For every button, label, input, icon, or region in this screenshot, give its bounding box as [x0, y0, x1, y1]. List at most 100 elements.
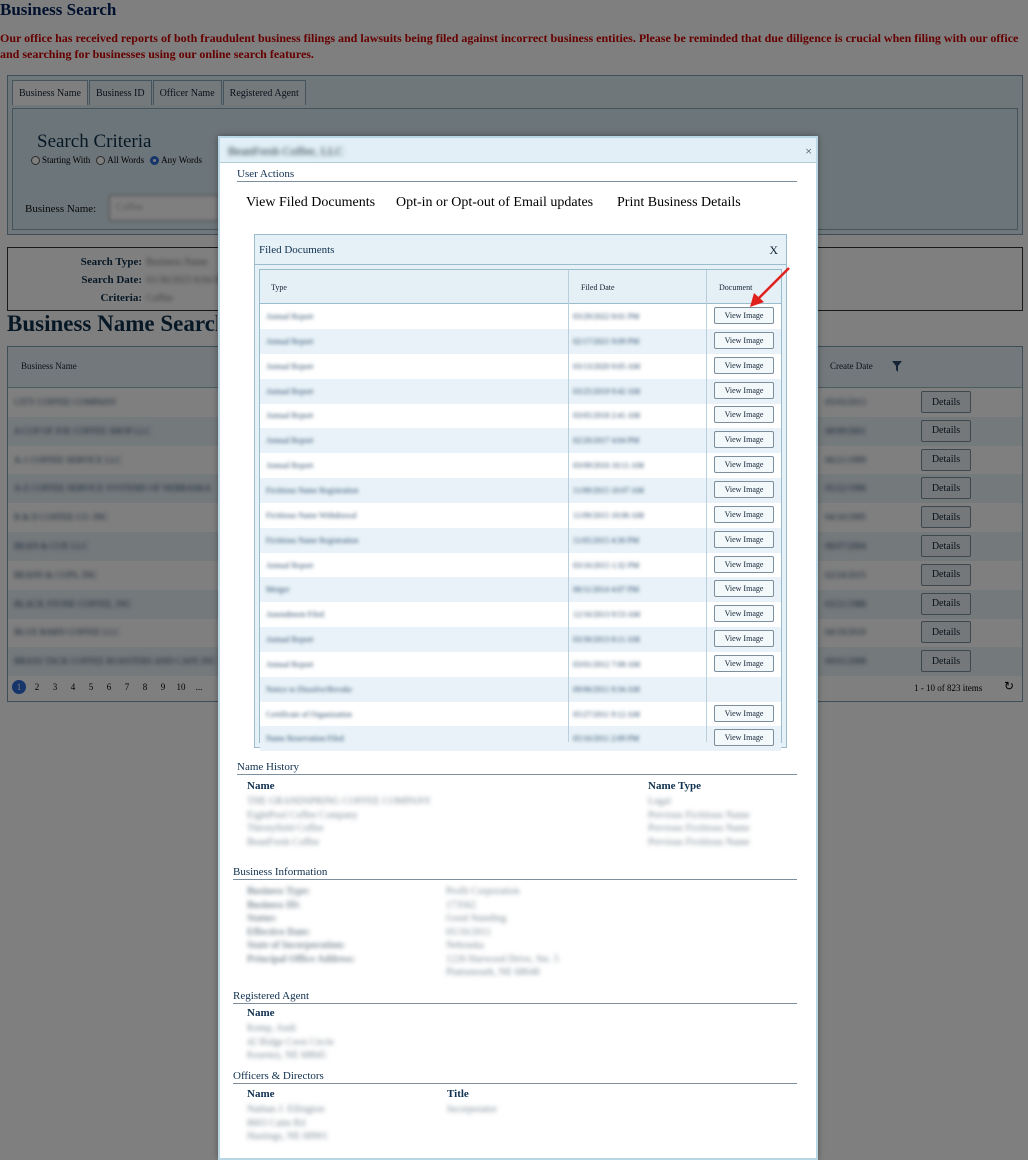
view-image-button[interactable]: View Image — [714, 381, 774, 399]
document-type-cell: Annual Report — [266, 635, 314, 645]
view-image-button[interactable]: View Image — [714, 406, 774, 424]
view-image-button[interactable]: View Image — [714, 431, 774, 449]
document-type-cell: Annual Report — [266, 361, 314, 371]
document-type-cell: Annual Report — [266, 336, 314, 346]
registered-agent-heading: Registered Agent — [233, 990, 797, 1004]
document-row: Annual Report 02/17/2021 9:09 PM View Imag… — [260, 328, 781, 354]
document-row: Annual Report 03/16/2015 1:32 PM View Imag… — [260, 553, 781, 578]
document-type-cell: Annual Report — [266, 560, 314, 570]
document-type-cell: Merger — [266, 585, 290, 595]
filed-date-cell: 03/09/2016 10:11 AM — [573, 461, 644, 471]
document-type-cell: Fictitious Name Registration — [266, 535, 359, 545]
detail-line: Good Standing — [446, 913, 507, 924]
detail-line: Kearney, NE 68845 — [247, 1050, 327, 1061]
name-history-types: Legal Previous Fictitious Name Previous Fi… — [648, 795, 750, 849]
filed-date-cell: 11/05/2015 4:30 PM — [573, 535, 639, 545]
document-row: Certificate of Organization 05/27/2011 9:… — [260, 702, 781, 727]
view-image-button[interactable]: View Image — [714, 356, 774, 374]
detail-line: 8603 Calm Rd — [247, 1117, 306, 1129]
document-type-cell: Annual Report — [266, 386, 314, 396]
close-icon[interactable]: X — [769, 243, 778, 258]
view-image-button[interactable]: View Image — [714, 331, 774, 349]
view-image-button[interactable]: View Image — [714, 630, 774, 648]
modal-title: BeanFresh Coffee, LLC — [228, 144, 344, 158]
name-col-label: Name — [247, 780, 275, 792]
column-divider — [568, 270, 569, 742]
view-image-button[interactable]: View Image — [714, 729, 774, 747]
filed-date-cell: 11/09/2015 10:07 AM — [573, 485, 644, 495]
view-image-button[interactable]: View Image — [714, 555, 774, 573]
red-arrow-annotation — [750, 267, 790, 307]
filed-date-cell: 03/01/2012 7:08 AM — [573, 659, 641, 669]
detail-line: Plattsmouth, NE 68048 — [446, 967, 540, 978]
detail-line: Kemp, Andi — [247, 1023, 296, 1034]
detail-line: BeanFresh Coffee — [247, 836, 320, 848]
detail-line: Profit Corporation — [446, 886, 520, 897]
close-icon[interactable]: × — [805, 144, 812, 159]
view-image-button[interactable]: View Image — [714, 480, 774, 498]
agent-details: Kemp, Andi 42 Ridge Crest Circle Kearney, … — [247, 1022, 334, 1063]
document-type-cell: Fictitious Name Withdrawal — [266, 510, 357, 520]
user-actions-heading: User Actions — [237, 168, 797, 182]
modal-titlebar: BeanFresh Coffee, LLC × — [220, 138, 816, 163]
email-updates-link[interactable]: Opt-in or Opt-out of Email updates — [396, 195, 593, 211]
detail-line: Status: — [247, 913, 278, 924]
view-image-button[interactable]: View Image — [714, 580, 774, 598]
view-image-button[interactable]: View Image — [714, 456, 774, 474]
document-type-cell: Annual Report — [266, 659, 314, 669]
document-type-cell: Name Reservation Filed — [266, 734, 344, 744]
document-type-cell: Annual Report — [266, 436, 314, 446]
view-image-button[interactable]: View Image — [714, 307, 774, 324]
filed-date-cell: 09/06/2011 9:34 AM — [573, 684, 640, 694]
document-type-cell: Fictitious Name Registration — [266, 485, 359, 495]
view-image-button[interactable]: View Image — [714, 505, 774, 523]
view-image-button[interactable]: View Image — [714, 530, 774, 548]
detail-line: Legal — [648, 796, 671, 807]
detail-line: State of Incorporation: — [247, 940, 346, 951]
print-details-link[interactable]: Print Business Details — [617, 195, 741, 211]
view-image-button[interactable]: View Image — [714, 605, 774, 623]
view-filed-documents-link[interactable]: View Filed Documents — [246, 195, 375, 211]
detail-line: Hastings, NE 68901 — [247, 1131, 328, 1142]
detail-line: Business Type: — [247, 886, 311, 897]
filed-date-cell: 03/30/2013 8:11 AM — [573, 635, 640, 645]
document-row: Annual Report 03/25/2019 9:42 AM View Imag… — [260, 378, 781, 404]
filed-documents-title: Filed Documents — [259, 244, 335, 256]
filed-date-cell: 03/05/2018 2:41 AM — [573, 411, 641, 421]
detail-line: Thirstyfield Coffee — [247, 823, 324, 834]
filed-date-cell: 03/13/2020 9:05 AM — [573, 361, 641, 371]
view-image-button[interactable]: View Image — [714, 704, 774, 722]
document-type-cell: Annual Report — [266, 411, 314, 421]
document-type-cell: Annual Report — [266, 312, 314, 321]
document-row: Annual Report 03/01/2012 7:08 AM View Imag… — [260, 652, 781, 677]
detail-line: 05/16/2011 — [446, 926, 492, 938]
detail-line: Nebraska — [446, 940, 484, 951]
document-type-cell: Amendment Filed — [266, 610, 324, 620]
document-row: Annual Report 03/09/2016 10:11 AM View Ima… — [260, 453, 781, 478]
filed-date-cell: 02/17/2021 9:09 PM — [573, 336, 640, 346]
filed-date-cell: 12/16/2013 9:53 AM — [573, 610, 641, 620]
filed-date-cell: 03/16/2015 1:32 PM — [573, 560, 640, 570]
document-row: Fictitious Name Registration 11/09/2015 1… — [260, 477, 781, 503]
filed-documents-header: Filed Documents X — [255, 235, 786, 265]
document-row: Fictitious Name Registration 11/05/2015 4… — [260, 527, 781, 553]
detail-line: Previous Fictitious Name — [648, 809, 750, 821]
document-row: Fictitious Name Withdrawal 11/09/2015 10:… — [260, 503, 781, 528]
col-type: Type — [271, 283, 287, 292]
filed-date-cell: 05/16/2011 2:09 PM — [573, 734, 639, 744]
detail-line: Effective Date: — [247, 926, 311, 938]
document-type-cell: Certificate of Organization — [266, 709, 353, 719]
document-row: Annual Report 03/13/2020 9:05 AM View Imag… — [260, 354, 781, 379]
business-info-values: Profit Corporation 173562 Good Standing 05/… — [446, 885, 559, 980]
filed-date-cell: 05/27/2011 9:12 AM — [573, 709, 640, 719]
column-divider — [706, 270, 707, 742]
documents-table-header: Type Filed Date Document — [260, 270, 781, 304]
detail-line: 42 Ridge Crest Circle — [247, 1036, 334, 1048]
col-filed-date: Filed Date — [581, 283, 615, 292]
filed-date-cell: 03/25/2019 9:42 AM — [573, 386, 641, 396]
document-row: Amendment Filed 12/16/2013 9:53 AM View Im… — [260, 602, 781, 627]
officer-title-value: Incorporator — [447, 1104, 497, 1115]
view-image-button[interactable]: View Image — [714, 654, 774, 672]
detail-line: 173562 — [446, 899, 476, 911]
name-history-heading: Name History — [237, 761, 797, 775]
